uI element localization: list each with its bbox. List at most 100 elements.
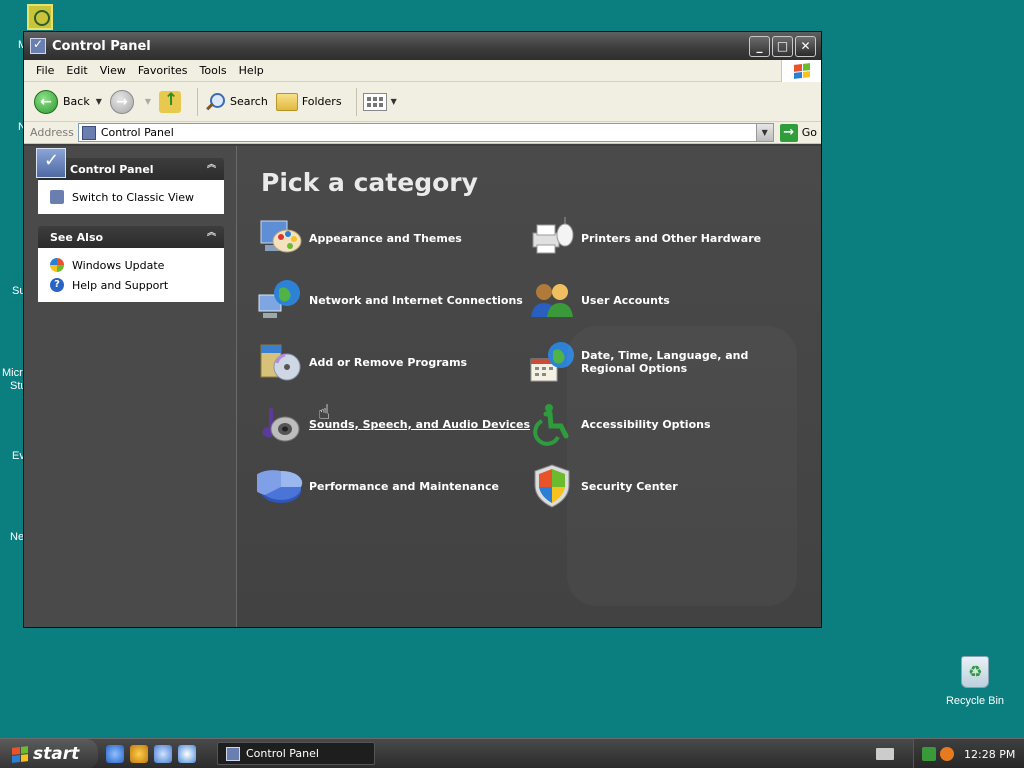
system-tray: 12:28 PM xyxy=(913,739,1024,768)
toolbar-separator xyxy=(355,87,357,116)
clock[interactable]: 12:28 PM xyxy=(964,748,1015,761)
category-label: Network and Internet Connections xyxy=(309,293,523,307)
category-network-internet[interactable]: Network and Internet Connections xyxy=(257,277,523,323)
forward-button[interactable]: → ▼ xyxy=(109,89,151,114)
collapse-chevron-icon[interactable]: ︽ xyxy=(207,229,216,238)
control-panel-section-header[interactable]: Control Panel ︽ xyxy=(36,148,224,180)
category-appearance-themes[interactable]: Appearance and Themes xyxy=(257,215,462,261)
category-performance-maintenance[interactable]: Performance and Maintenance xyxy=(251,463,499,509)
control-panel-icon xyxy=(226,746,240,761)
menu-bar: File Edit View Favorites Tools Help xyxy=(24,60,821,82)
address-value: Control Panel xyxy=(100,126,174,139)
control-panel-section: Control Panel ︽ Switch to Classic View xyxy=(36,148,224,214)
switch-view-icon xyxy=(50,190,64,204)
desktop-icon-top[interactable] xyxy=(27,4,53,30)
start-button[interactable]: start xyxy=(0,739,98,768)
recycle-bin-icon xyxy=(961,656,989,688)
security-shield-icon xyxy=(529,463,575,509)
category-label: Security Center xyxy=(581,479,678,493)
close-button[interactable]: ✕ xyxy=(795,35,816,57)
address-bar: Address Control Panel ▼ → Go xyxy=(24,122,821,144)
search-label: Search xyxy=(230,95,268,108)
category-printers-hardware[interactable]: Printers and Other Hardware xyxy=(529,215,761,261)
recycle-bin[interactable]: Recycle Bin xyxy=(940,656,1010,707)
internet-explorer-icon[interactable] xyxy=(106,745,124,763)
views-dropdown-icon: ▼ xyxy=(390,97,397,106)
forward-dropdown-icon[interactable]: ▼ xyxy=(145,97,151,106)
network-icon xyxy=(257,277,303,323)
back-arrow-icon: ← xyxy=(34,89,58,114)
menu-edit[interactable]: Edit xyxy=(60,62,93,79)
add-remove-programs-icon xyxy=(257,339,303,385)
printer-icon xyxy=(529,215,575,261)
start-label: start xyxy=(33,744,80,764)
search-button[interactable]: Search xyxy=(204,91,268,113)
category-security-center[interactable]: Security Center xyxy=(529,463,678,509)
menu-file[interactable]: File xyxy=(30,62,60,79)
help-support-link[interactable]: ? Help and Support xyxy=(50,275,216,295)
minimize-button[interactable]: _ xyxy=(749,35,770,57)
section-body: Windows Update ? Help and Support xyxy=(38,248,224,302)
menu-tools[interactable]: Tools xyxy=(194,62,233,79)
performance-icon xyxy=(251,463,303,509)
category-label: Date, Time, Language, and Regional Optio… xyxy=(581,349,749,375)
category-add-remove-programs[interactable]: Add or Remove Programs xyxy=(257,339,467,385)
network-tray-icon[interactable] xyxy=(922,747,936,761)
maximize-button[interactable]: □ xyxy=(772,35,793,57)
category-view: Pick a category Appearance and Themes Ne… xyxy=(237,146,821,627)
up-folder-button[interactable] xyxy=(159,90,183,113)
back-button[interactable]: ← Back ▼ xyxy=(34,89,102,114)
go-label: Go xyxy=(801,126,817,139)
folders-button[interactable]: Folders xyxy=(275,92,342,111)
category-label: Performance and Maintenance xyxy=(309,479,499,493)
task-pane: Control Panel ︽ Switch to Classic View S… xyxy=(24,146,237,627)
go-arrow-icon: → xyxy=(779,123,798,142)
windows-flag-icon xyxy=(12,745,28,763)
media-player-icon[interactable] xyxy=(178,745,196,763)
back-dropdown-icon[interactable]: ▼ xyxy=(96,97,102,106)
go-button[interactable]: → Go xyxy=(779,123,817,142)
help-icon: ? xyxy=(50,278,64,292)
windows-update-link[interactable]: Windows Update xyxy=(50,255,216,275)
forward-arrow-icon: → xyxy=(109,89,134,114)
collapse-chevron-icon[interactable]: ︽ xyxy=(207,161,216,170)
control-panel-window: Control Panel _ □ ✕ File Edit View Favor… xyxy=(23,31,822,628)
menu-help[interactable]: Help xyxy=(233,62,270,79)
page-title: Pick a category xyxy=(261,168,478,197)
category-accessibility[interactable]: Accessibility Options xyxy=(529,401,711,447)
category-label: Accessibility Options xyxy=(581,417,711,431)
category-date-time-language[interactable]: Date, Time, Language, and Regional Optio… xyxy=(529,339,791,385)
desktop-label[interactable]: Ne xyxy=(10,531,24,543)
toolbar-separator xyxy=(197,87,199,116)
link-label: Help and Support xyxy=(72,278,169,292)
see-also-header[interactable]: See Also ︽ xyxy=(38,226,224,248)
outlook-express-icon[interactable] xyxy=(154,745,172,763)
address-label: Address xyxy=(30,126,74,139)
windows-logo-icon xyxy=(781,60,821,82)
switch-classic-view-link[interactable]: Switch to Classic View xyxy=(50,187,216,207)
sounds-audio-icon xyxy=(257,401,303,447)
link-label: Windows Update xyxy=(72,258,165,272)
menu-favorites[interactable]: Favorites xyxy=(132,62,194,79)
category-label: User Accounts xyxy=(581,293,670,307)
address-dropdown-icon[interactable]: ▼ xyxy=(755,124,773,141)
taskbar-button-control-panel[interactable]: Control Panel xyxy=(217,742,375,765)
title-bar[interactable]: Control Panel _ □ ✕ xyxy=(24,32,821,60)
category-label: Printers and Other Hardware xyxy=(581,231,762,245)
folders-icon xyxy=(275,92,298,111)
messenger-icon[interactable] xyxy=(130,745,148,763)
back-label: Back xyxy=(63,95,90,108)
views-icon xyxy=(362,92,387,111)
category-sounds-audio[interactable]: Sounds, Speech, and Audio Devices xyxy=(257,401,530,447)
category-user-accounts[interactable]: User Accounts xyxy=(529,277,670,323)
category-label: Add or Remove Programs xyxy=(309,355,468,369)
up-folder-icon xyxy=(159,90,182,113)
keyboard-icon[interactable] xyxy=(876,748,894,760)
windows-update-icon xyxy=(50,258,64,272)
category-label: Appearance and Themes xyxy=(309,231,462,245)
search-tray-icon[interactable] xyxy=(940,747,954,761)
views-button[interactable]: ▼ xyxy=(362,92,397,111)
section-body: Switch to Classic View xyxy=(38,180,224,214)
menu-view[interactable]: View xyxy=(94,62,132,79)
address-input[interactable]: Control Panel ▼ xyxy=(77,123,774,142)
